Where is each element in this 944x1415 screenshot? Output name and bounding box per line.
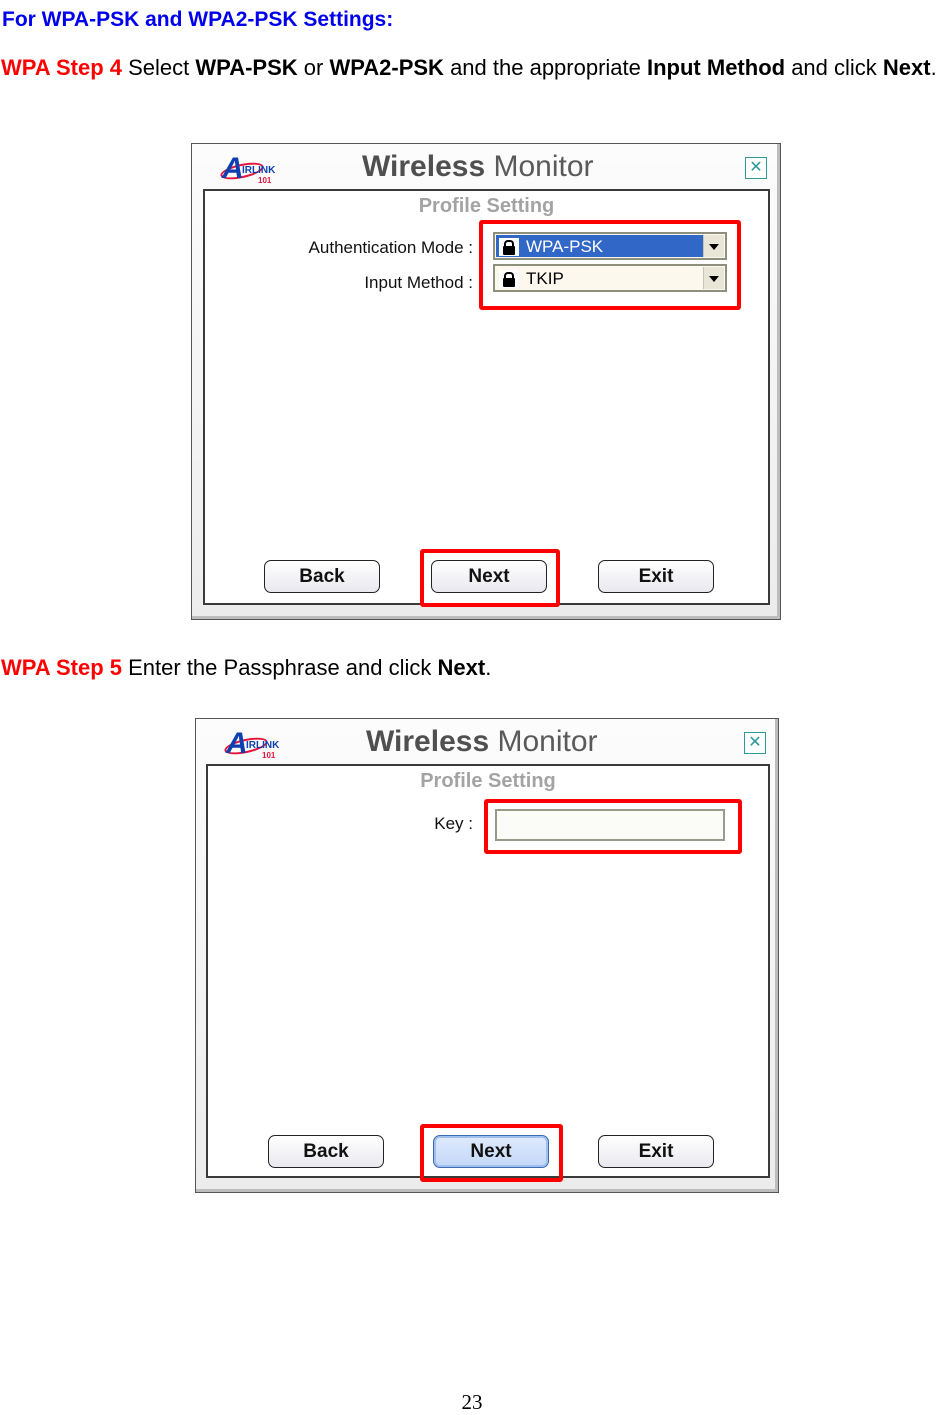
key-input[interactable] — [495, 809, 725, 841]
exit-button[interactable]: Exit — [598, 560, 714, 593]
close-button[interactable]: ✕ — [745, 157, 767, 179]
bold-text: Next — [882, 55, 931, 80]
input-method-select[interactable]: TKIP — [493, 264, 727, 292]
next-button[interactable]: Next — [433, 1135, 549, 1168]
step-4-instruction: WPA Step 4 Select WPA-PSK or WPA2-PSK an… — [1, 54, 944, 82]
chevron-down-icon[interactable] — [703, 235, 724, 257]
text: Select — [122, 55, 196, 80]
back-button[interactable]: Back — [268, 1135, 384, 1168]
chevron-down-icon[interactable] — [703, 267, 724, 289]
text: and the appropriate — [443, 55, 647, 80]
logo-word: IRLINK — [242, 165, 276, 176]
bold-text: WPA-PSK — [195, 55, 298, 80]
step-5-instruction: WPA Step 5 Enter the Passphrase and clic… — [1, 654, 944, 682]
window-title: Wireless Monitor — [362, 150, 594, 184]
airlink-logo: A IRLINK 101 — [223, 727, 294, 761]
bold-text: WPA2-PSK — [329, 55, 444, 80]
key-label: Key : — [434, 814, 473, 833]
authentication-mode-select[interactable]: WPA-PSK — [493, 232, 727, 260]
title-bold: Wireless — [362, 150, 486, 183]
panel-subtitle: Profile Setting — [420, 770, 556, 792]
airlink-logo: A IRLINK 101 — [219, 152, 290, 186]
close-button[interactable]: ✕ — [744, 732, 766, 754]
wireless-monitor-window-step4: A IRLINK 101 Wireless Monitor ✕ Profile … — [191, 143, 781, 620]
wireless-monitor-window-step5: A IRLINK 101 Wireless Monitor ✕ Profile … — [195, 718, 779, 1193]
authentication-mode-value: WPA-PSK — [526, 237, 604, 256]
lock-icon — [499, 270, 519, 288]
close-icon: ✕ — [749, 159, 763, 176]
text: Enter the Passphrase and click — [122, 655, 438, 680]
title-rest: Monitor — [489, 725, 598, 758]
bold-text: Input Method — [647, 55, 786, 80]
logo-letter: A — [222, 152, 244, 185]
text: and click — [785, 55, 883, 80]
text: or — [297, 55, 330, 80]
logo-word: IRLINK — [246, 740, 280, 751]
bold-text: Next — [437, 655, 486, 680]
exit-button[interactable]: Exit — [598, 1135, 714, 1168]
title-bold: Wireless — [366, 725, 490, 758]
authentication-mode-label: Authentication Mode : — [308, 238, 473, 257]
lock-icon — [499, 238, 519, 256]
logo-number: 101 — [258, 176, 272, 185]
step-4-label: WPA Step 4 — [1, 55, 123, 80]
close-icon: ✕ — [748, 734, 762, 751]
back-button[interactable]: Back — [264, 560, 380, 593]
text: . — [930, 55, 937, 80]
section-heading: For WPA-PSK and WPA2-PSK Settings: — [2, 8, 394, 31]
input-method-label: Input Method : — [364, 273, 473, 292]
window-title: Wireless Monitor — [366, 725, 598, 759]
next-button[interactable]: Next — [431, 560, 547, 593]
logo-letter: A — [226, 727, 248, 760]
input-method-value: TKIP — [526, 269, 564, 288]
page-number: 23 — [461, 1390, 483, 1414]
text: . — [485, 655, 492, 680]
title-rest: Monitor — [485, 150, 594, 183]
panel-subtitle: Profile Setting — [418, 195, 555, 217]
step-5-label: WPA Step 5 — [1, 655, 123, 680]
profile-setting-panel: Profile Setting Key : Back Next Exit — [206, 764, 770, 1182]
logo-number: 101 — [262, 751, 276, 760]
profile-setting-panel: Profile Setting Authentication Mode : In… — [203, 189, 770, 607]
